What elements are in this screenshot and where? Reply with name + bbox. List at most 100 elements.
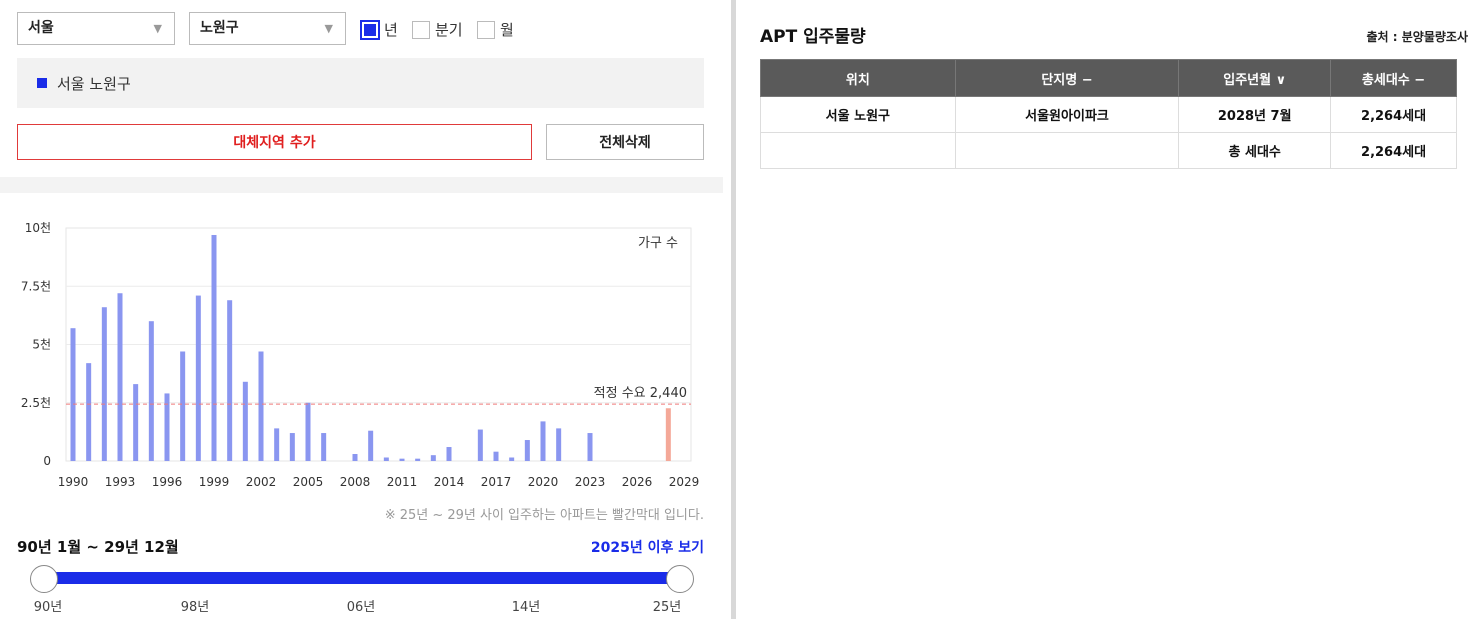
column-header-location: 위치 xyxy=(760,59,956,97)
supply-table: 위치 단지명 − 입주년월 ∨ 총세대수 − 서울 노원구 서울원아이파크 20… xyxy=(760,59,1457,169)
checkbox-icon xyxy=(477,20,495,39)
cell-location xyxy=(760,132,956,169)
district-select-value: 노원구 xyxy=(200,20,239,36)
bar xyxy=(321,433,327,461)
add-region-button[interactable]: 대체지역 추가 xyxy=(17,124,532,160)
cell-total-units: 2,264세대 xyxy=(1330,132,1457,169)
section-divider xyxy=(0,177,723,193)
bar xyxy=(164,393,170,461)
bar xyxy=(415,458,421,461)
delete-all-button[interactable]: 전체삭제 xyxy=(546,124,704,160)
bar xyxy=(524,440,530,461)
bar xyxy=(101,307,107,461)
bar xyxy=(556,428,562,461)
x-tick-label: 2008 xyxy=(340,475,371,489)
bar xyxy=(477,429,483,461)
period-year-label: 년 xyxy=(384,21,398,39)
range-slider-track[interactable] xyxy=(44,572,680,584)
bar xyxy=(587,433,593,461)
bar xyxy=(274,428,280,461)
bar xyxy=(227,300,233,461)
x-tick-label: 2002 xyxy=(246,475,277,489)
x-tick-label: 1990 xyxy=(58,475,89,489)
panel-divider[interactable] xyxy=(731,0,736,619)
period-quarter-label: 분기 xyxy=(435,21,463,39)
after-2025-link[interactable]: 2025년 이후 보기 xyxy=(591,537,704,557)
selected-region-bar: 서울 노원구 xyxy=(17,58,704,108)
bar xyxy=(430,455,436,461)
x-tick-label: 2005 xyxy=(293,475,324,489)
column-header-units[interactable]: 총세대수 − xyxy=(1330,59,1457,97)
chevron-down-icon: ▼ xyxy=(324,22,333,35)
bar xyxy=(148,321,154,461)
right-panel: APT 입주물량 출처 : 분양물량조사 위치 단지명 − 입주년월 ∨ 총세대… xyxy=(758,0,1474,619)
x-tick-label: 1999 xyxy=(199,475,230,489)
y-tick-label: 2.5천 xyxy=(21,395,51,410)
slider-tick-label: 90년 xyxy=(33,600,63,615)
table-total-row: 총 세대수 2,264세대 xyxy=(760,132,1457,169)
range-label: 90년 1월 ~ 29년 12월 xyxy=(17,538,179,556)
checkbox-icon xyxy=(412,20,430,39)
slider-tick-label: 14년 xyxy=(511,600,541,615)
legend-label: 가구 수 xyxy=(638,236,678,251)
left-panel: 서울 ▼ 노원구 ▼ 년 분기 월 서울 노원구 대체지역 추가 전체삭제 0 2… xyxy=(0,0,723,619)
bar xyxy=(509,457,515,461)
cell-complex: 서울원아이파크 xyxy=(954,96,1180,133)
range-slider-start-handle[interactable] xyxy=(30,565,58,593)
bar xyxy=(211,234,217,461)
supply-chart: 0 2.5천 5천 7.5천 10천 1990 1993 1996 1999 2002 2005 20… xyxy=(0,205,723,495)
bar xyxy=(289,433,295,461)
x-tick-label: 2023 xyxy=(575,475,606,489)
x-tick-label: 1993 xyxy=(105,475,136,489)
x-tick-label: 2026 xyxy=(622,475,653,489)
bar xyxy=(258,351,264,461)
region-color-swatch xyxy=(37,78,47,88)
y-tick-label: 0 xyxy=(43,454,51,468)
x-tick-label: 2029 xyxy=(669,475,700,489)
bar xyxy=(540,421,546,461)
column-header-move-in[interactable]: 입주년월 ∨ xyxy=(1178,59,1332,97)
city-select-value: 서울 xyxy=(28,20,54,36)
bar xyxy=(446,447,452,461)
bar xyxy=(305,402,311,461)
bar xyxy=(399,458,405,461)
reference-line-label: 적정 수요 2,440 xyxy=(594,386,687,401)
selected-region-label: 서울 노원구 xyxy=(57,74,131,93)
district-select[interactable]: 노원구 ▼ xyxy=(189,12,346,45)
bar xyxy=(383,457,389,461)
chevron-down-icon: ▼ xyxy=(153,22,162,35)
checkbox-checked-icon xyxy=(360,19,380,40)
column-header-complex[interactable]: 단지명 − xyxy=(954,59,1180,97)
chart-note: ※ 25년 ~ 29년 사이 입주하는 아파트는 빨간막대 입니다. xyxy=(384,508,704,523)
cell-units: 2,264세대 xyxy=(1330,96,1457,133)
cell-move-in: 2028년 7월 xyxy=(1178,96,1332,133)
bar xyxy=(180,351,186,461)
bar-chart-svg: 0 2.5천 5천 7.5천 10천 1990 1993 1996 1999 2002 2005 20… xyxy=(21,220,700,489)
y-tick-label: 5천 xyxy=(32,337,51,352)
bar xyxy=(195,295,201,461)
bar xyxy=(86,363,92,461)
bar xyxy=(133,384,139,461)
cell-location: 서울 노원구 xyxy=(760,96,956,133)
slider-tick-label: 98년 xyxy=(180,600,210,615)
y-tick-label: 7.5천 xyxy=(21,278,51,293)
bar xyxy=(70,328,76,461)
table-row: 서울 노원구 서울원아이파크 2028년 7월 2,264세대 xyxy=(760,96,1457,133)
table-header-row: 위치 단지명 − 입주년월 ∨ 총세대수 − xyxy=(760,59,1457,97)
x-tick-label: 2014 xyxy=(434,475,465,489)
x-tick-label: 2011 xyxy=(387,475,418,489)
period-month-checkbox[interactable]: 월 xyxy=(477,19,514,40)
slider-tick-label: 06년 xyxy=(346,600,376,615)
bar xyxy=(242,381,248,461)
bar xyxy=(352,454,358,461)
slider-tick-label: 25년 xyxy=(652,600,682,615)
x-tick-label: 2017 xyxy=(481,475,512,489)
range-slider-end-handle[interactable] xyxy=(666,565,694,593)
bar xyxy=(368,430,374,461)
y-tick-label: 10천 xyxy=(25,220,51,235)
x-tick-label: 2020 xyxy=(528,475,559,489)
period-quarter-checkbox[interactable]: 분기 xyxy=(412,19,463,40)
city-select[interactable]: 서울 ▼ xyxy=(17,12,175,45)
period-year-checkbox[interactable]: 년 xyxy=(360,19,398,40)
cell-total-label: 총 세대수 xyxy=(1178,132,1332,169)
